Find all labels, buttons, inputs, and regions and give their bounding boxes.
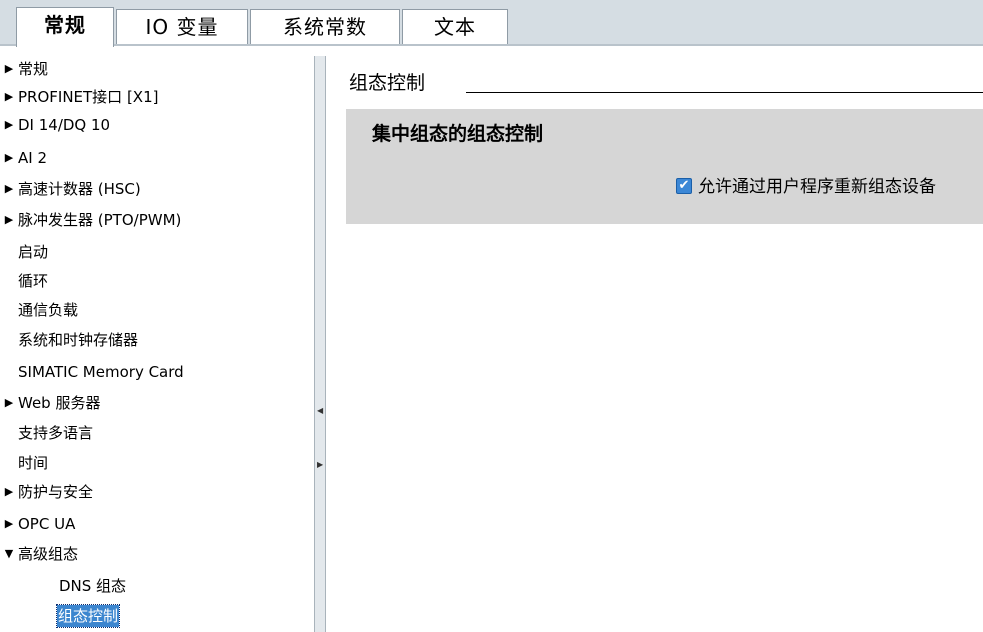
tree-item-profinet[interactable]: ▶ PROFINET接口 [X1] (0, 84, 314, 110)
expand-right-icon[interactable]: ▶ (317, 454, 323, 476)
tree-item-general[interactable]: ▶ 常规 (0, 56, 314, 82)
tree-item-cycle[interactable]: 循环 (0, 268, 314, 294)
tree-item-label: DNS 组态 (59, 577, 127, 595)
section-divider (466, 92, 983, 93)
tree-item-label: 通信负载 (18, 301, 79, 319)
tree-item-label: DI 14/DQ 10 (18, 116, 111, 134)
tree-item-label: 启动 (18, 243, 49, 261)
tab-bar: 常规 IO 变量 系统常数 文本 (0, 0, 983, 47)
pane-splitter[interactable]: ◀ ▶ (314, 56, 326, 632)
tree-item-label: AI 2 (18, 149, 47, 167)
collapse-arrow-icon[interactable]: ▼ (2, 541, 16, 567)
expand-arrow-icon[interactable]: ▶ (2, 56, 16, 82)
config-control-panel: 集中组态的组态控制 ✔ 允许通过用户程序重新组态设备 (346, 109, 983, 224)
tab-bar-baseline (0, 44, 983, 46)
tree-item-label: 常规 (18, 60, 49, 78)
tree-item-label: Web 服务器 (18, 394, 101, 412)
tree-item-label: 系统和时钟存储器 (18, 331, 139, 349)
expand-arrow-icon[interactable]: ▶ (2, 112, 16, 138)
tree-item-advanced-config[interactable]: ▼ 高级组态 (0, 541, 314, 567)
tree-item-di-dq[interactable]: ▶ DI 14/DQ 10 (0, 112, 314, 138)
tree-item-opc-ua[interactable]: ▶ OPC UA (0, 511, 314, 537)
reconfigure-checkbox-label[interactable]: 允许通过用户程序重新组态设备 (698, 176, 936, 198)
tree-item-memory-card[interactable]: SIMATIC Memory Card (0, 359, 314, 385)
tree-item-label: OPC UA (18, 515, 76, 533)
expand-arrow-icon[interactable]: ▶ (2, 479, 16, 505)
tab-system-constants[interactable]: 系统常数 (250, 9, 400, 45)
tree-item-dns-config[interactable]: DNS 组态 (0, 573, 314, 599)
tree-item-time[interactable]: 时间 (0, 450, 314, 476)
tree-item-label: 高速计数器 (HSC) (18, 180, 141, 198)
tree-item-label: 时间 (18, 454, 49, 472)
tree-item-label: SIMATIC Memory Card (18, 363, 184, 381)
tree-item-multilanguage[interactable]: 支持多语言 (0, 420, 314, 446)
tree-item-comm-load[interactable]: 通信负载 (0, 297, 314, 323)
tree-item-label: 支持多语言 (18, 424, 94, 442)
section-title: 组态控制 (349, 72, 426, 94)
tree-item-label: 脉冲发生器 (PTO/PWM) (18, 211, 182, 229)
expand-arrow-icon[interactable]: ▶ (2, 145, 16, 171)
tree-item-label: PROFINET接口 [X1] (18, 88, 159, 106)
tree-item-pulse-generator[interactable]: ▶ 脉冲发生器 (PTO/PWM) (0, 207, 314, 233)
expand-arrow-icon[interactable]: ▶ (2, 84, 16, 110)
tree-item-ai[interactable]: ▶ AI 2 (0, 145, 314, 171)
tab-io-variables[interactable]: IO 变量 (116, 9, 248, 45)
tree-item-label: 循环 (18, 272, 49, 290)
tree-item-label: 组态控制 (55, 604, 121, 628)
expand-arrow-icon[interactable]: ▶ (2, 207, 16, 233)
navigation-tree: ▶ 常规 ▶ PROFINET接口 [X1] ▶ DI 14/DQ 10 ▶ A… (0, 56, 314, 632)
expand-arrow-icon[interactable]: ▶ (2, 511, 16, 537)
tree-item-system-clock-memory[interactable]: 系统和时钟存储器 (0, 327, 314, 353)
tree-item-label: 防护与安全 (18, 483, 94, 501)
tab-texts[interactable]: 文本 (402, 9, 508, 45)
expand-arrow-icon[interactable]: ▶ (2, 176, 16, 202)
tree-item-config-control[interactable]: 组态控制 (0, 603, 314, 629)
tab-general[interactable]: 常规 (16, 7, 114, 47)
expand-arrow-icon[interactable]: ▶ (2, 390, 16, 416)
tree-item-web-server[interactable]: ▶ Web 服务器 (0, 390, 314, 416)
panel-title: 集中组态的组态控制 (372, 123, 544, 145)
tree-item-hsc[interactable]: ▶ 高速计数器 (HSC) (0, 176, 314, 202)
tree-item-protection-security[interactable]: ▶ 防护与安全 (0, 479, 314, 505)
tree-item-startup[interactable]: 启动 (0, 239, 314, 265)
collapse-left-icon[interactable]: ◀ (317, 400, 323, 422)
checkbox-checked-icon[interactable]: ✔ (676, 178, 692, 194)
tree-item-label: 高级组态 (18, 545, 79, 563)
